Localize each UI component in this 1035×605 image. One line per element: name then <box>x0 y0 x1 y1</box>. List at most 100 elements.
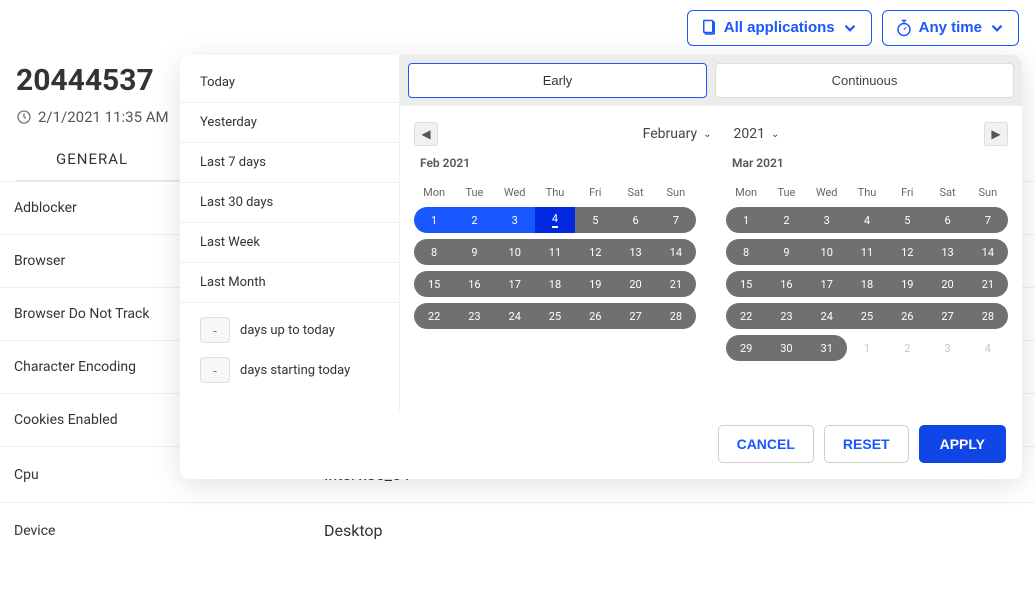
calendar-day[interactable]: 19 <box>887 271 927 297</box>
time-filter-button[interactable]: Any time <box>882 10 1019 46</box>
dow-cell: Thu <box>535 180 575 207</box>
calendar-day[interactable]: 1 <box>414 207 454 233</box>
calendar-day[interactable]: 27 <box>927 303 967 329</box>
calendar-day[interactable]: 16 <box>766 271 806 297</box>
preset-item[interactable]: Yesterday <box>180 103 399 143</box>
reset-button[interactable]: RESET <box>824 425 909 463</box>
calendar-day[interactable]: 5 <box>887 207 927 233</box>
chevron-down-icon <box>988 19 1006 37</box>
apply-button[interactable]: APPLY <box>919 425 1006 463</box>
popover-footer: CANCEL RESET APPLY <box>180 411 1022 479</box>
tab-general[interactable]: GENERAL <box>16 140 168 180</box>
calendar-day[interactable]: 12 <box>887 239 927 265</box>
dow-cell: Sun <box>968 180 1008 207</box>
calendar-day[interactable]: 26 <box>575 303 615 329</box>
calendar-day[interactable]: 8 <box>726 239 766 265</box>
mode-segment: Early Continuous <box>400 55 1022 106</box>
calendar-day[interactable]: 2 <box>454 207 494 233</box>
days-starting-today-row: days starting today <box>200 357 379 383</box>
calendar-day[interactable]: 22 <box>414 303 454 329</box>
calendar-day[interactable]: 14 <box>968 239 1008 265</box>
calendar-day[interactable]: 20 <box>615 271 655 297</box>
applications-filter-button[interactable]: All applications <box>687 10 872 46</box>
detail-key: Device <box>0 503 310 559</box>
calendar-day[interactable]: 9 <box>766 239 806 265</box>
calendar-day[interactable]: 11 <box>847 239 887 265</box>
dow-cell: Mon <box>726 180 766 207</box>
calendar-day[interactable]: 24 <box>807 303 847 329</box>
calendar-day[interactable]: 5 <box>575 207 615 233</box>
calendar-day[interactable]: 2 <box>766 207 806 233</box>
calendar-day[interactable]: 10 <box>495 239 535 265</box>
year-dropdown[interactable]: 2021⌄ <box>733 126 779 142</box>
calendar-day[interactable]: 3 <box>495 207 535 233</box>
preset-item[interactable]: Last Month <box>180 263 399 303</box>
calendar-day[interactable]: 1 <box>726 207 766 233</box>
calendar-day[interactable]: 17 <box>807 271 847 297</box>
preset-item[interactable]: Today <box>180 63 399 103</box>
calendar-day[interactable]: 4 <box>535 207 575 233</box>
dow-cell: Tue <box>454 180 494 207</box>
calendar-day[interactable]: 17 <box>495 271 535 297</box>
calendar-day[interactable]: 3 <box>807 207 847 233</box>
calendar-day[interactable]: 13 <box>927 239 967 265</box>
calendar-day[interactable]: 18 <box>535 271 575 297</box>
calendar-day[interactable]: 15 <box>726 271 766 297</box>
dow-cell: Fri <box>575 180 615 207</box>
month-dropdown[interactable]: February⌄ <box>643 126 712 142</box>
calendar-day[interactable]: 10 <box>807 239 847 265</box>
calendar-day[interactable]: 12 <box>575 239 615 265</box>
calendar-day[interactable]: 6 <box>615 207 655 233</box>
days-start-input[interactable] <box>200 357 230 383</box>
clipboard-icon <box>700 19 718 37</box>
calendar-day: 2 <box>887 335 927 361</box>
calendar-day[interactable]: 11 <box>535 239 575 265</box>
calendar-day[interactable]: 27 <box>615 303 655 329</box>
cancel-button[interactable]: CANCEL <box>718 425 814 463</box>
preset-item[interactable]: Last 30 days <box>180 183 399 223</box>
calendar-day[interactable]: 31 <box>807 335 847 361</box>
calendar-day[interactable]: 4 <box>847 207 887 233</box>
days-up-input[interactable] <box>200 317 230 343</box>
preset-item[interactable]: Last Week <box>180 223 399 263</box>
calendar-day[interactable]: 19 <box>575 271 615 297</box>
calendar-day[interactable]: 30 <box>766 335 806 361</box>
calendar-day[interactable]: 21 <box>656 271 696 297</box>
calendar-day[interactable]: 21 <box>968 271 1008 297</box>
days-start-label: days starting today <box>240 363 350 378</box>
calendar-day[interactable]: 14 <box>656 239 696 265</box>
preset-item[interactable]: Last 7 days <box>180 143 399 183</box>
calendar-day[interactable]: 20 <box>927 271 967 297</box>
calendar-area: Early Continuous ◀ February⌄ 2021⌄ ▶ Feb… <box>400 55 1022 411</box>
dow-cell: Sun <box>656 180 696 207</box>
calendar-day[interactable]: 25 <box>535 303 575 329</box>
calendar-day[interactable]: 23 <box>454 303 494 329</box>
calendar-day[interactable]: 24 <box>495 303 535 329</box>
calendar-day[interactable]: 16 <box>454 271 494 297</box>
calendar-day[interactable]: 23 <box>766 303 806 329</box>
month-nav: ◀ February⌄ 2021⌄ ▶ <box>400 106 1022 156</box>
calendar-day[interactable]: 13 <box>615 239 655 265</box>
segment-continuous[interactable]: Continuous <box>715 63 1014 98</box>
calendar-day[interactable]: 6 <box>927 207 967 233</box>
calendar-day[interactable]: 28 <box>656 303 696 329</box>
calendar-day[interactable]: 29 <box>726 335 766 361</box>
calendar-day[interactable]: 7 <box>968 207 1008 233</box>
next-month-button[interactable]: ▶ <box>984 122 1008 146</box>
clock-icon <box>16 109 32 125</box>
calendar-day[interactable]: 25 <box>847 303 887 329</box>
top-filter-bar: All applications Any time <box>0 0 1035 55</box>
chevron-down-icon: ⌄ <box>703 129 711 140</box>
days-up-label: days up to today <box>240 323 335 338</box>
prev-month-button[interactable]: ◀ <box>414 122 438 146</box>
calendar-day[interactable]: 9 <box>454 239 494 265</box>
calendar-day[interactable]: 18 <box>847 271 887 297</box>
calendar-day[interactable]: 22 <box>726 303 766 329</box>
calendar-day[interactable]: 8 <box>414 239 454 265</box>
segment-early[interactable]: Early <box>408 63 707 98</box>
calendar-day[interactable]: 26 <box>887 303 927 329</box>
dow-cell: Tue <box>766 180 806 207</box>
calendar-day[interactable]: 7 <box>656 207 696 233</box>
calendar-day[interactable]: 15 <box>414 271 454 297</box>
calendar-day[interactable]: 28 <box>968 303 1008 329</box>
